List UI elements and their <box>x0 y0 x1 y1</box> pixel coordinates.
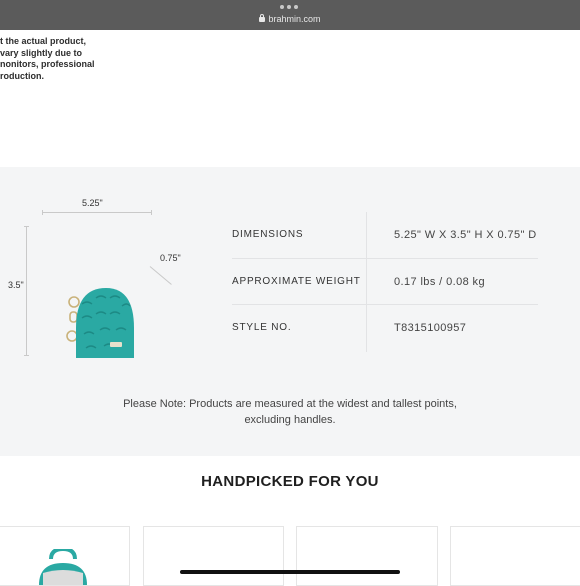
measurement-note: Please Note: Products are measured at th… <box>123 398 457 426</box>
spec-row: APPROXIMATE WEIGHT 0.17 lbs / 0.08 kg <box>232 259 538 305</box>
product-card[interactable] <box>143 526 284 586</box>
height-dimension-line <box>24 226 29 356</box>
spec-value: T8315100957 <box>394 322 467 334</box>
width-dimension-label: 5.25" <box>82 198 103 208</box>
spec-label: STYLE NO. <box>232 322 292 333</box>
spec-row: DIMENSIONS 5.25" W X 3.5" H X 0.75" D <box>232 212 538 259</box>
url-bar[interactable]: brahmin.com <box>0 14 580 24</box>
product-card[interactable] <box>450 526 580 586</box>
product-card[interactable] <box>0 526 130 586</box>
width-dimension-line <box>42 210 152 215</box>
height-dimension-label: 3.5" <box>8 280 24 290</box>
handpicked-heading: HANDPICKED FOR YOU <box>201 473 379 490</box>
disclaimer-line: roduction. <box>0 70 44 81</box>
spec-column-divider <box>366 212 367 352</box>
product-image <box>66 288 134 358</box>
home-indicator[interactable] <box>180 570 400 574</box>
tab-overview-dots-icon[interactable] <box>280 5 298 9</box>
disclaimer-line: vary slightly due to <box>0 47 83 58</box>
specifications-table: DIMENSIONS 5.25" W X 3.5" H X 0.75" D AP… <box>232 212 538 352</box>
url-text: brahmin.com <box>268 14 321 24</box>
product-card[interactable] <box>296 526 438 586</box>
spec-row: STYLE NO. T8315100957 <box>232 305 538 352</box>
spec-value: 5.25" W X 3.5" H X 0.75" D <box>394 229 537 241</box>
color-disclaimer: t the actual product, vary slightly due … <box>0 36 110 82</box>
disclaimer-line: nonitors, professional <box>0 59 95 69</box>
spec-label: DIMENSIONS <box>232 229 304 240</box>
browser-top-bar: brahmin.com <box>0 0 580 30</box>
disclaimer-line: t the actual product, <box>0 36 87 46</box>
depth-dimension-label: 0.75" <box>160 253 181 263</box>
spec-value: 0.17 lbs / 0.08 kg <box>394 275 485 288</box>
spec-label: APPROXIMATE WEIGHT <box>232 275 361 287</box>
lock-icon <box>259 14 266 22</box>
